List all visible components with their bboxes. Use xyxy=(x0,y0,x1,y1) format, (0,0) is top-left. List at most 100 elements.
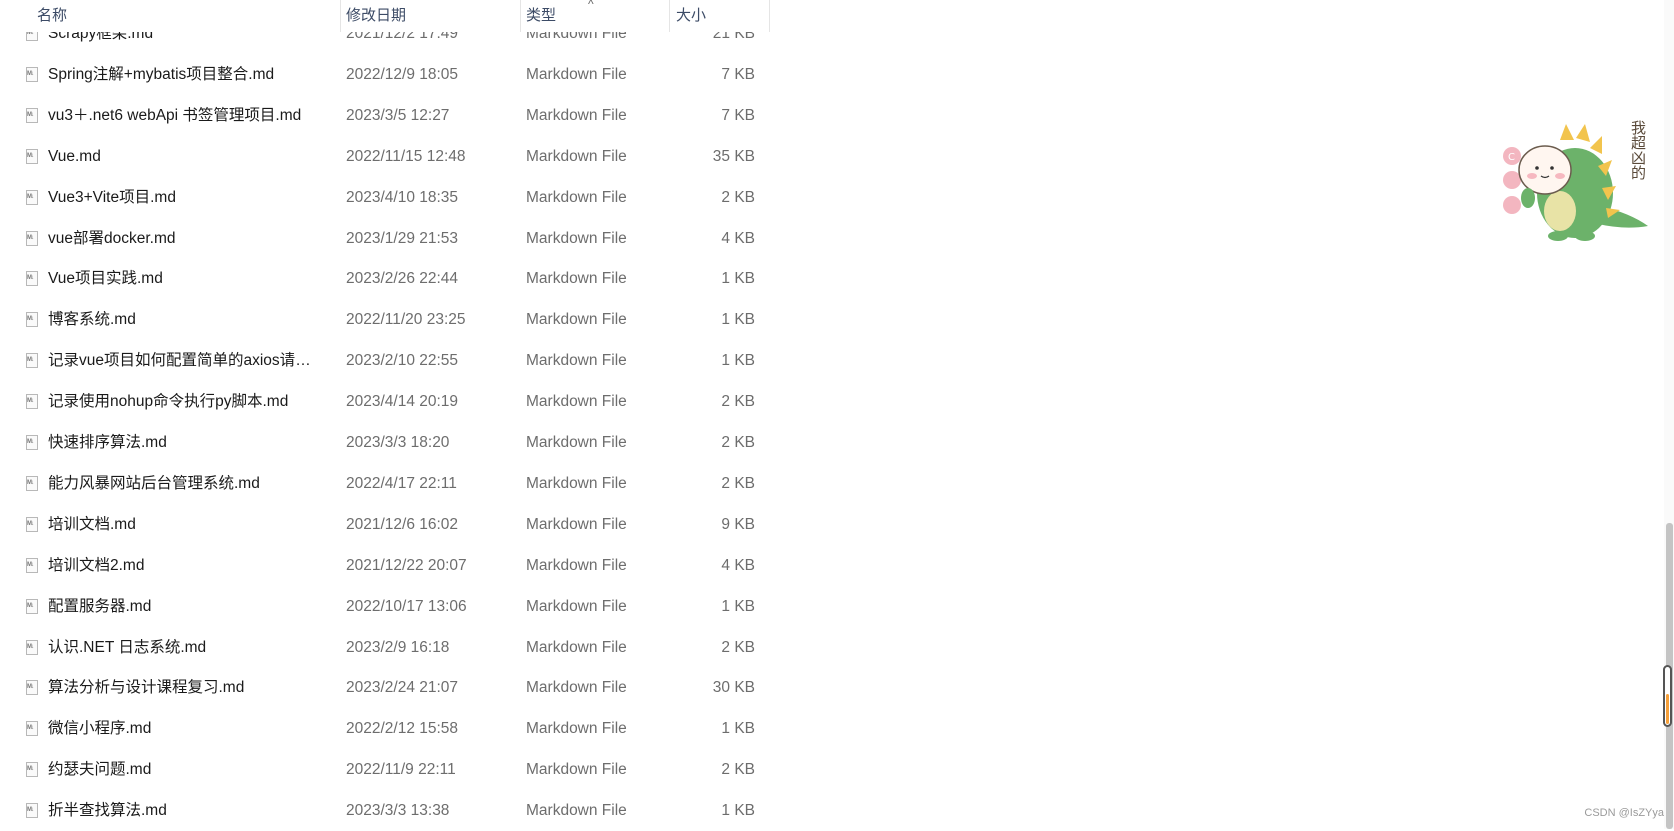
file-name: 算法分析与设计课程复习.md xyxy=(48,679,245,697)
file-date: 2022/10/17 13:06 xyxy=(346,597,467,615)
file-type: Markdown File xyxy=(526,311,627,329)
file-date: 2022/12/9 18:05 xyxy=(346,65,459,83)
file-date: 2023/2/9 16:18 xyxy=(346,638,450,656)
file-date: 2023/3/3 18:20 xyxy=(346,434,450,451)
file-row[interactable]: 认识.NET 日志系统.md 2023/2/9 16:18 Markdown Fil… xyxy=(0,627,770,668)
file-row[interactable]: 博客系统.md 2022/11/20 23:25 Markdown File 1 KB xyxy=(0,299,770,340)
file-name: 认识.NET 日志系统.md xyxy=(48,638,207,656)
file-row[interactable]: 微信小程序.md 2022/2/12 15:58 Markdown File 1 KB xyxy=(0,708,770,749)
file-type: Markdown File xyxy=(526,434,627,451)
file-type: Markdown File xyxy=(526,352,627,370)
file-size: 1 KB xyxy=(721,802,755,820)
file-type: Markdown File xyxy=(526,638,627,656)
file-row[interactable]: 算法分析与设计课程复习.md 2023/2/24 21:07 Markdown Fi… xyxy=(0,667,770,708)
file-date: 2022/11/15 12:48 xyxy=(346,147,466,165)
file-size: 1 KB xyxy=(721,311,755,329)
column-type-header[interactable]: 类型 xyxy=(526,0,556,32)
file-name: 约瑟夫问题.md xyxy=(48,761,152,779)
markdown-file-icon xyxy=(26,435,38,450)
file-row[interactable]: 能力风暴网站后台管理系统.md 2022/4/17 22:11 Markdown F… xyxy=(0,463,770,504)
file-row[interactable]: Spring注解+mybatis项目整合.md 2022/12/9 18:05 Ma… xyxy=(0,54,770,95)
file-row[interactable]: 配置服务器.md 2022/10/17 13:06 Markdown File 1 K… xyxy=(0,586,770,627)
markdown-file-icon xyxy=(26,230,38,246)
column-divider[interactable] xyxy=(340,0,341,32)
file-row[interactable]: Vue.md 2022/11/15 12:48 Markdown File 35 KB xyxy=(0,136,770,177)
file-date: 2023/3/3 13:38 xyxy=(346,802,450,820)
markdown-file-icon xyxy=(26,639,38,655)
column-divider[interactable] xyxy=(769,0,770,32)
file-name: 配置服务器.md xyxy=(48,597,152,615)
file-size: 2 KB xyxy=(721,393,755,411)
file-row[interactable]: vu3＋.net6 webApi 书签管理项目.md 2023/3/5 12:27… xyxy=(0,95,770,136)
markdown-file-icon xyxy=(26,394,38,410)
file-name: Vue项目实践.md xyxy=(48,270,163,288)
file-name: 微信小程序.md xyxy=(48,720,152,738)
side-slider[interactable] xyxy=(1663,665,1672,727)
column-size-header[interactable]: 大小 xyxy=(676,0,706,32)
markdown-file-icon xyxy=(26,148,38,164)
file-name: 记录vue项目如何配置简单的axios请求... xyxy=(48,352,323,370)
file-name: vu3＋.net6 webApi 书签管理项目.md xyxy=(48,106,302,124)
file-type: Markdown File xyxy=(526,679,627,697)
markdown-file-icon xyxy=(26,598,38,614)
column-header: 名称 修改日期 ^ 类型 大小 xyxy=(0,0,770,32)
column-divider[interactable] xyxy=(520,0,521,32)
file-name: 记录使用nohup命令执行py脚本.md xyxy=(48,393,289,411)
file-name: Spring注解+mybatis项目整合.md xyxy=(48,65,275,83)
watermark: CSDN @IsZYya xyxy=(1584,807,1664,819)
file-date: 2023/4/10 18:35 xyxy=(346,188,459,206)
file-row[interactable]: 折半查找算法.md 2023/3/3 13:38 Markdown File 1 KB xyxy=(0,790,770,831)
markdown-file-icon xyxy=(26,803,38,819)
file-size: 4 KB xyxy=(721,556,755,574)
markdown-file-icon xyxy=(26,475,38,491)
markdown-file-icon xyxy=(26,271,38,287)
slider-fill xyxy=(1666,694,1669,724)
file-row[interactable]: 约瑟夫问题.md 2022/11/9 22:11 Markdown File 2 KB xyxy=(0,749,770,790)
file-type: Markdown File xyxy=(526,720,627,738)
file-type: Markdown File xyxy=(526,597,627,615)
column-date-header[interactable]: 修改日期 xyxy=(346,0,406,32)
markdown-file-icon xyxy=(26,762,38,778)
column-divider[interactable] xyxy=(669,0,670,32)
file-size: 1 KB xyxy=(721,352,755,370)
column-name-header[interactable]: 名称 xyxy=(37,0,67,32)
file-list: Scrapy框架.md2021/12/2 17:49Markdown File2… xyxy=(0,0,770,829)
file-type: Markdown File xyxy=(526,515,627,533)
file-type: Markdown File xyxy=(526,188,627,206)
sort-ascending-icon: ^ xyxy=(588,0,594,11)
file-size: 7 KB xyxy=(721,65,755,83)
file-size: 35 KB xyxy=(712,147,755,165)
file-date: 2022/2/12 15:58 xyxy=(346,720,459,738)
file-date: 2023/2/10 22:55 xyxy=(346,352,459,370)
file-row[interactable]: 培训文档2.md 2021/12/22 20:07 Markdown File 4 K… xyxy=(0,545,770,586)
file-row[interactable]: Vue项目实践.md 2023/2/26 22:44 Markdown File 1 … xyxy=(0,258,770,299)
markdown-file-icon xyxy=(26,516,38,532)
svg-text:C: C xyxy=(1508,152,1515,163)
file-type: Markdown File xyxy=(526,474,627,492)
file-type: Markdown File xyxy=(526,106,627,124)
file-row[interactable]: 记录vue项目如何配置简单的axios请求... 2023/2/10 22:55 M… xyxy=(0,340,770,381)
file-row[interactable]: 快速排序算法.md 2023/3/3 18:20 Markdown File 2 KB xyxy=(0,422,770,463)
file-name: 能力风暴网站后台管理系统.md xyxy=(48,474,260,492)
markdown-file-icon xyxy=(26,680,38,696)
file-size: 2 KB xyxy=(721,474,755,492)
file-date: 2023/4/14 20:19 xyxy=(346,393,459,411)
file-row[interactable]: 培训文档.md 2021/12/6 16:02 Markdown File 9 KB xyxy=(0,504,770,545)
file-type: Markdown File xyxy=(526,229,627,247)
dinosaur-sticker: C 我超凶的 xyxy=(1490,118,1665,248)
file-date: 2023/3/5 12:27 xyxy=(346,106,450,124)
file-size: 9 KB xyxy=(721,515,755,533)
file-name: 博客系统.md xyxy=(48,311,136,329)
file-row[interactable]: 记录使用nohup命令执行py脚本.md 2023/4/14 20:19 Markd… xyxy=(0,381,770,422)
file-date: 2022/4/17 22:11 xyxy=(346,474,457,492)
file-row[interactable]: Vue3+Vite项目.md 2023/4/10 18:35 Markdown Fi… xyxy=(0,177,770,218)
markdown-file-icon xyxy=(26,189,38,205)
file-size: 2 KB xyxy=(721,434,755,451)
file-date: 2023/1/29 21:53 xyxy=(346,229,459,247)
markdown-file-icon xyxy=(26,353,38,369)
file-type: Markdown File xyxy=(526,147,627,165)
file-name: Vue.md xyxy=(48,147,101,165)
markdown-file-icon xyxy=(26,107,38,123)
file-row[interactable]: vue部署docker.md 2023/1/29 21:53 Markdown Fi… xyxy=(0,218,770,259)
file-size: 1 KB xyxy=(721,720,755,738)
